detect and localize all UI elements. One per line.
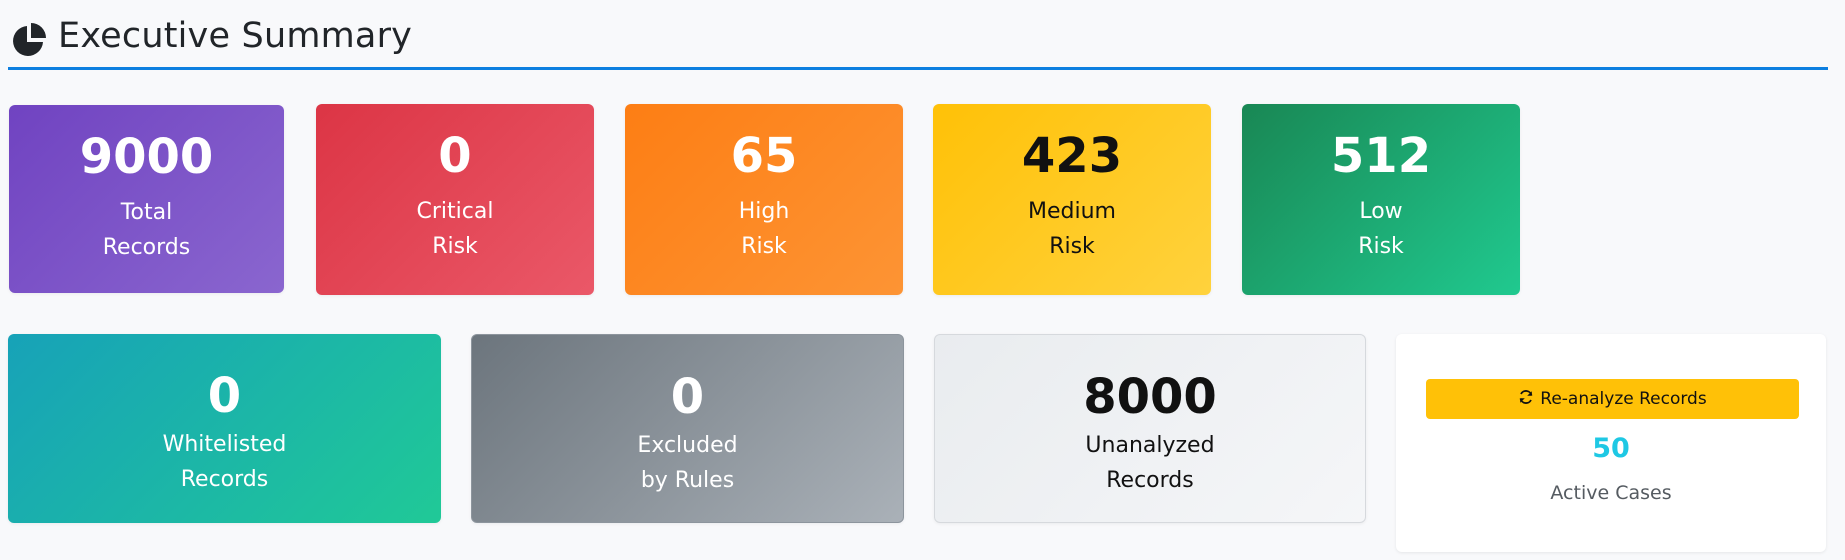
excluded-by-rules-value: 0 <box>670 369 705 425</box>
pie-chart-icon <box>10 21 48 59</box>
refresh-icon <box>1518 389 1534 410</box>
whitelisted-records-card: 0 Whitelisted Records <box>8 334 441 523</box>
active-cases-label: Active Cases <box>1550 482 1672 504</box>
active-cases-card: Re-analyze Records 50 Active Cases <box>1396 334 1826 552</box>
unanalyzed-records-card: 8000 Unanalyzed Records <box>934 334 1366 523</box>
high-risk-label: High Risk <box>738 199 790 259</box>
active-cases-count: 50 <box>1592 433 1630 464</box>
critical-risk-card: 0 Critical Risk <box>316 104 594 295</box>
whitelisted-records-label: Whitelisted Records <box>162 432 287 492</box>
low-risk-card: 512 Low Risk <box>1242 104 1520 295</box>
low-risk-label: Low Risk <box>1358 199 1404 259</box>
unanalyzed-records-label: Unanalyzed Records <box>1085 433 1215 493</box>
high-risk-value: 65 <box>730 128 798 184</box>
unanalyzed-records-value: 8000 <box>1083 369 1217 425</box>
total-records-value: 9000 <box>79 129 214 185</box>
excluded-by-rules-card: 0 Excluded by Rules <box>471 334 904 523</box>
total-records-label: Total Records <box>102 200 191 260</box>
excluded-by-rules-label: Excluded by Rules <box>637 433 738 493</box>
whitelisted-records-value: 0 <box>207 368 242 424</box>
critical-risk-value: 0 <box>438 128 472 184</box>
medium-risk-label: Medium Risk <box>1028 199 1116 259</box>
total-records-card: 9000 Total Records <box>9 105 284 293</box>
reanalyze-records-button[interactable]: Re-analyze Records <box>1426 379 1799 419</box>
low-risk-value: 512 <box>1330 128 1432 184</box>
medium-risk-card: 423 Medium Risk <box>933 104 1211 295</box>
summary-header: Executive Summary <box>8 10 1828 70</box>
high-risk-card: 65 High Risk <box>625 104 903 295</box>
page-title: Executive Summary <box>58 16 413 56</box>
critical-risk-label: Critical Risk <box>416 199 494 259</box>
reanalyze-records-label: Re-analyze Records <box>1540 389 1707 409</box>
medium-risk-value: 423 <box>1021 128 1123 184</box>
